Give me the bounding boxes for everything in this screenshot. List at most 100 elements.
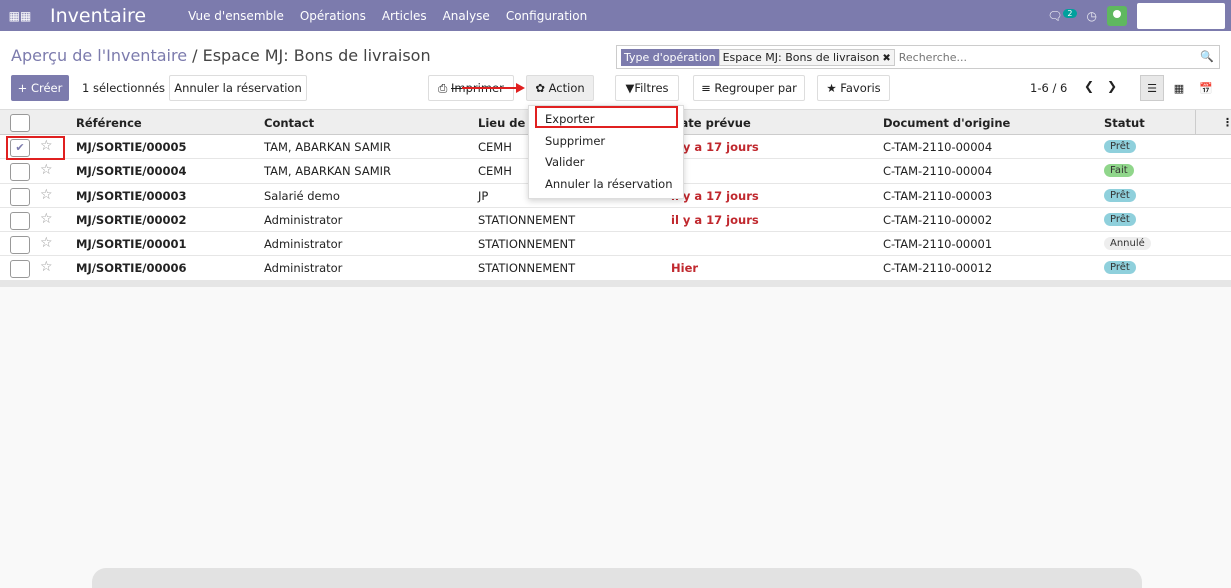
calendar-view-icon[interactable]: 📅 — [1194, 75, 1218, 101]
chat-count-badge: 2 — [1063, 9, 1077, 18]
search-input[interactable] — [898, 50, 1199, 64]
user-name-box[interactable] — [1137, 3, 1225, 29]
search-facet-value-text: Espace MJ: Bons de livraison — [722, 50, 880, 64]
status-badge: Annulé — [1104, 237, 1151, 251]
menu-configuration[interactable]: Configuration — [498, 9, 595, 23]
star-icon[interactable]: ☆ — [40, 259, 53, 275]
header-source-document[interactable]: Document d'origine — [883, 116, 1010, 130]
row-source-document: C-TAM-2110-00012 — [883, 261, 993, 276]
menu-item-delete[interactable]: Supprimer — [545, 134, 605, 148]
annotation-arrow — [462, 87, 518, 89]
list-view-icon[interactable]: ☰ — [1140, 75, 1164, 101]
row-reference: MJ/SORTIE/00005 — [76, 140, 187, 154]
row-scheduled-date: il y a 17 jours — [671, 188, 759, 203]
menu-overview[interactable]: Vue d'ensemble — [180, 9, 292, 23]
status-badge: Fait — [1104, 164, 1134, 178]
row-contact: Administrator — [264, 261, 343, 276]
printer-icon: ⎙ — [438, 80, 452, 95]
apps-grid-icon[interactable]: ▦▦ — [0, 9, 40, 23]
breadcrumb: Aperçu de l'Inventaire / Espace MJ: Bons… — [11, 46, 431, 65]
row-contact: TAM, ABARKAN SAMIR — [264, 164, 391, 179]
list-lines-icon: ≡ — [701, 81, 715, 95]
status-badge: Prêt — [1104, 212, 1136, 226]
status-badge: Prêt — [1104, 140, 1136, 153]
optional-columns-icon[interactable]: ⋮ — [1222, 116, 1231, 129]
selected-count: 1 sélectionnés — [82, 81, 166, 95]
pager-next-icon[interactable]: ❯ — [1107, 79, 1117, 93]
row-contact: Salarié demo — [264, 188, 340, 203]
row-location: STATIONNEMENT — [478, 261, 576, 276]
row-checkbox[interactable] — [10, 260, 30, 279]
row-location: CEMH — [478, 140, 512, 154]
action-button[interactable]: ✿ Action — [526, 75, 594, 101]
menu-operations[interactable]: Opérations — [292, 9, 374, 23]
row-checkbox[interactable] — [10, 236, 30, 255]
row-contact: Administrator — [264, 212, 343, 227]
facet-close-icon[interactable]: ✖ — [882, 53, 890, 64]
header-location[interactable]: Lieu de — [478, 116, 525, 130]
annotation-arrow-head — [516, 83, 525, 93]
table-row[interactable]: ☆ MJ/SORTIE/00001 Administrator STATIONNEME… — [0, 232, 1231, 257]
star-icon: ★ — [826, 81, 841, 95]
row-source-document: C-TAM-2110-00004 — [883, 140, 993, 154]
row-source-document: C-TAM-2110-00003 — [883, 188, 993, 203]
create-button[interactable]: + Créer — [11, 75, 69, 101]
row-reference: MJ/SORTIE/00002 — [76, 212, 187, 227]
header-contact[interactable]: Contact — [264, 116, 314, 130]
star-icon[interactable]: ☆ — [40, 211, 53, 227]
top-navbar: ▦▦ Inventaire Vue d'ensemble Opérations … — [0, 0, 1231, 31]
group-by-label: Regrouper par — [714, 81, 797, 95]
star-icon[interactable]: ☆ — [40, 187, 53, 203]
row-reference: MJ/SORTIE/00006 — [76, 261, 187, 276]
systray: 🗨 2 ◷ — [1047, 3, 1225, 29]
search-bar: Type d'opération Espace MJ: Bons de livr… — [616, 45, 1220, 69]
breadcrumb-current: Espace MJ: Bons de livraison — [202, 46, 431, 65]
row-checkbox[interactable] — [10, 187, 30, 206]
status-badge: Prêt — [1104, 188, 1136, 202]
row-location: STATIONNEMENT — [478, 237, 576, 252]
search-icon[interactable]: 🔍 — [1200, 50, 1214, 63]
favorites-button[interactable]: ★ Favoris — [817, 75, 890, 101]
menu-item-cancel-reservation[interactable]: Annuler la réservation — [545, 177, 673, 191]
menu-articles[interactable]: Articles — [374, 9, 435, 23]
pager-value[interactable]: 1-6 / 6 — [1030, 81, 1067, 95]
group-by-button[interactable]: ≡ Regrouper par — [693, 75, 805, 101]
table-row[interactable]: ☆ MJ/SORTIE/00002 Administrator STATIONNEME… — [0, 207, 1231, 233]
header-reference[interactable]: Référence — [76, 116, 142, 130]
row-scheduled-date: il y a 17 jours — [671, 212, 759, 227]
clock-icon[interactable]: ◷ — [1087, 9, 1097, 23]
row-contact: Administrator — [264, 237, 343, 252]
row-checkbox[interactable] — [10, 163, 30, 182]
avatar[interactable] — [1107, 6, 1127, 26]
chat-icon[interactable]: 🗨 2 — [1047, 9, 1077, 23]
star-icon[interactable]: ☆ — [40, 162, 53, 178]
filters-button[interactable]: ▼ Filtres — [615, 75, 679, 101]
row-source-document: C-TAM-2110-00002 — [883, 212, 993, 227]
row-reference: MJ/SORTIE/00001 — [76, 237, 187, 252]
row-location: STATIONNEMENT — [478, 212, 576, 227]
app-title[interactable]: Inventaire — [50, 5, 146, 27]
select-all-checkbox[interactable] — [10, 114, 30, 132]
cancel-reservation-button[interactable]: Annuler la réservation — [169, 75, 307, 101]
row-checkbox[interactable] — [10, 211, 30, 230]
row-scheduled-date: Hier — [671, 261, 699, 276]
bottom-scroll-area — [92, 568, 1142, 588]
row-source-document: C-TAM-2110-00004 — [883, 164, 993, 179]
row-reference: MJ/SORTIE/00003 — [76, 188, 187, 203]
pager-prev-icon[interactable]: ❮ — [1084, 79, 1094, 93]
star-icon[interactable]: ☆ — [40, 235, 53, 251]
status-badge: Prêt — [1104, 261, 1136, 275]
filters-label: Filtres — [634, 81, 669, 95]
menu-analysis[interactable]: Analyse — [435, 9, 498, 23]
search-facet-value: Espace MJ: Bons de livraison ✖ — [718, 48, 895, 66]
row-location: CEMH — [478, 164, 512, 179]
menu-item-validate[interactable]: Valider — [545, 155, 585, 169]
breadcrumb-parent[interactable]: Aperçu de l'Inventaire — [11, 46, 187, 65]
header-status[interactable]: Statut — [1104, 116, 1145, 130]
breadcrumb-separator: / — [192, 46, 198, 65]
kanban-view-icon[interactable]: ▦ — [1167, 75, 1191, 101]
control-panel: Aperçu de l'Inventaire / Espace MJ: Bons… — [0, 31, 1231, 109]
table-row[interactable]: ☆ MJ/SORTIE/00006 Administrator STATIONNEME… — [0, 256, 1231, 281]
row-source-document: C-TAM-2110-00001 — [883, 237, 993, 252]
row-contact: TAM, ABARKAN SAMIR — [264, 140, 391, 154]
